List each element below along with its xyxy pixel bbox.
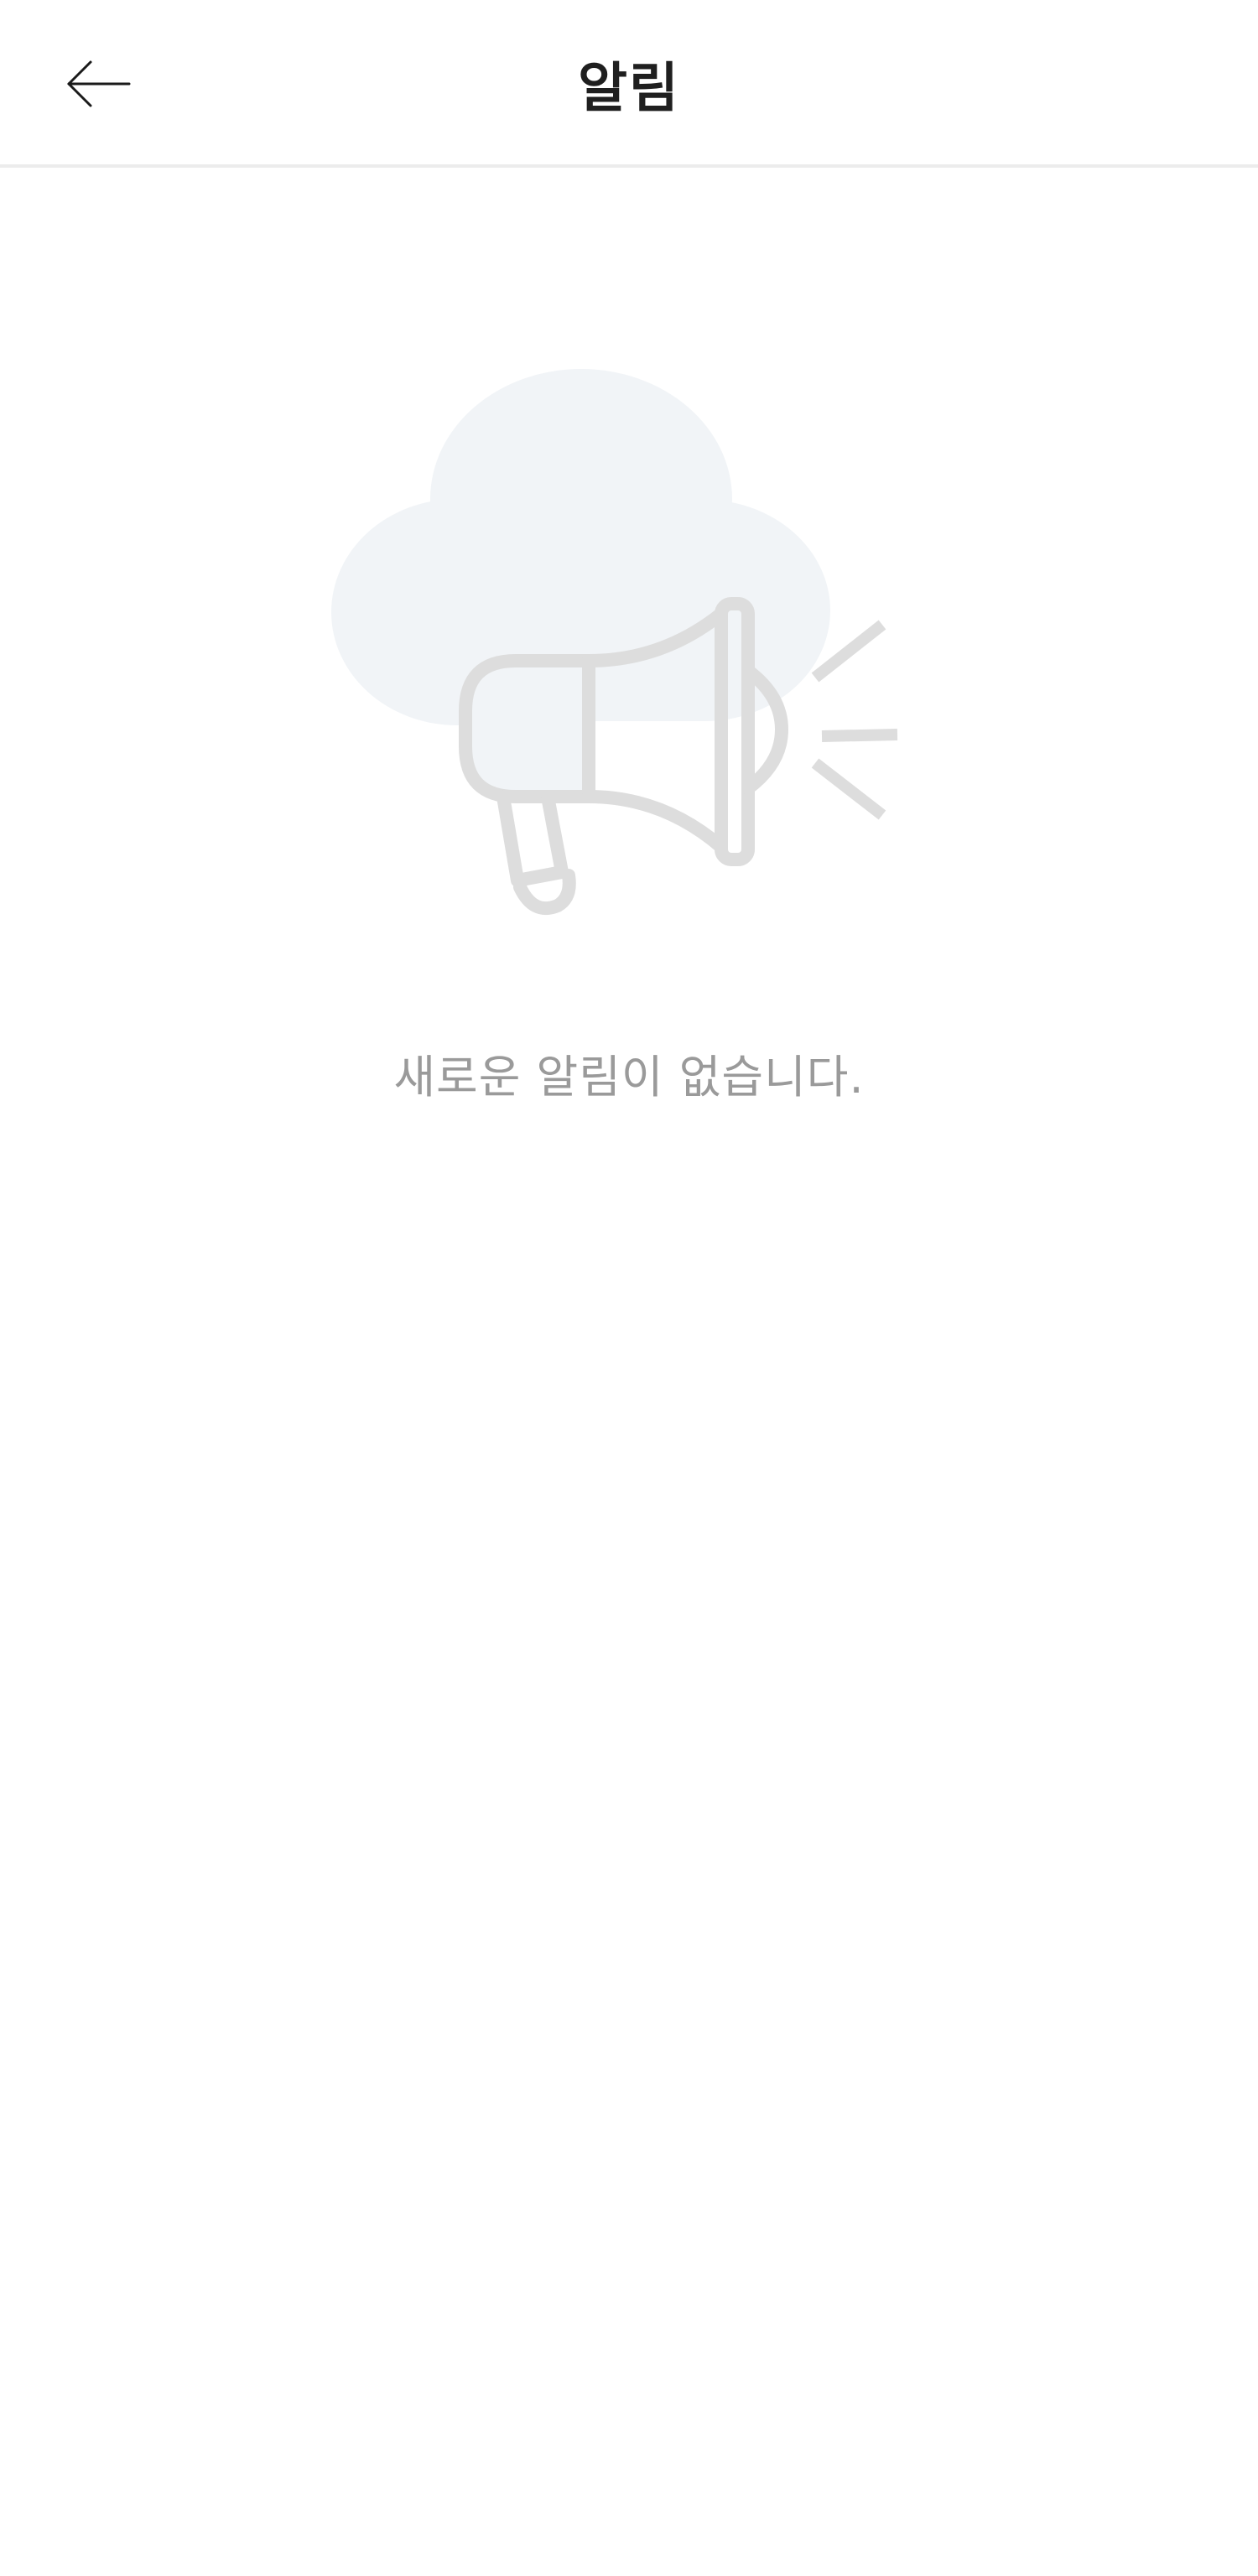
page-title: 알림 — [578, 58, 680, 120]
app-header: 알림 — [0, 0, 1258, 168]
sound-lines — [811, 620, 898, 820]
empty-state: 새로운 알림이 없습니다. — [0, 319, 1258, 1157]
empty-message: 새로운 알림이 없습니다. — [393, 1051, 865, 1104]
megaphone-cloud-icon — [331, 369, 898, 916]
